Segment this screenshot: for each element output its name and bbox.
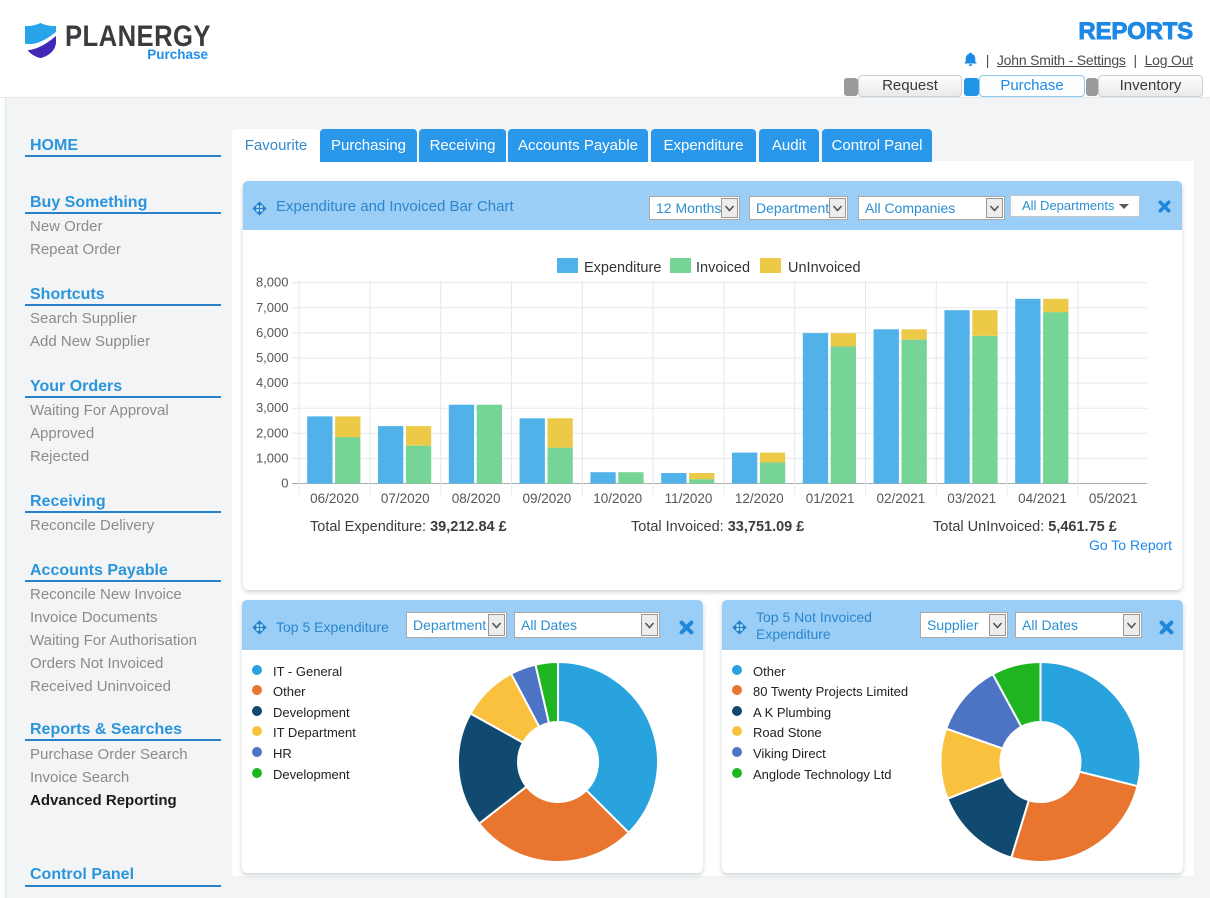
svg-text:8,000: 8,000 — [256, 275, 289, 290]
svg-text:04/2021: 04/2021 — [1018, 491, 1067, 506]
svg-text:Invoiced: Invoiced — [696, 260, 750, 276]
svg-text:12/2020: 12/2020 — [735, 491, 784, 506]
svg-text:08/2020: 08/2020 — [452, 491, 501, 506]
svg-text:02/2021: 02/2021 — [876, 491, 925, 506]
svg-text:Go To Report: Go To Report — [1089, 537, 1172, 553]
svg-text:3,000: 3,000 — [256, 400, 289, 415]
svg-text:0: 0 — [281, 476, 288, 491]
svg-text:06/2020: 06/2020 — [310, 491, 359, 506]
svg-text:10/2020: 10/2020 — [593, 491, 642, 506]
svg-text:Expenditure: Expenditure — [584, 260, 661, 276]
svg-text:07/2020: 07/2020 — [381, 491, 430, 506]
svg-text:Total Invoiced: 33,751.09 £: Total Invoiced: 33,751.09 £ — [631, 519, 804, 535]
svg-text:2,000: 2,000 — [256, 425, 289, 440]
svg-text:5,000: 5,000 — [256, 350, 289, 365]
svg-text:Total UnInvoiced: 5,461.75 £: Total UnInvoiced: 5,461.75 £ — [933, 519, 1117, 535]
svg-text:01/2021: 01/2021 — [806, 491, 855, 506]
svg-text:Total Expenditure: 39,212.84 £: Total Expenditure: 39,212.84 £ — [310, 519, 507, 535]
svg-text:6,000: 6,000 — [256, 325, 289, 340]
svg-text:11/2020: 11/2020 — [665, 491, 713, 506]
svg-text:4,000: 4,000 — [256, 375, 289, 390]
svg-text:09/2020: 09/2020 — [522, 491, 571, 506]
svg-text:1,000: 1,000 — [256, 450, 289, 465]
svg-text:05/2021: 05/2021 — [1089, 491, 1138, 506]
svg-text:7,000: 7,000 — [256, 300, 289, 315]
svg-text:03/2021: 03/2021 — [947, 491, 996, 506]
svg-text:UnInvoiced: UnInvoiced — [788, 260, 861, 276]
